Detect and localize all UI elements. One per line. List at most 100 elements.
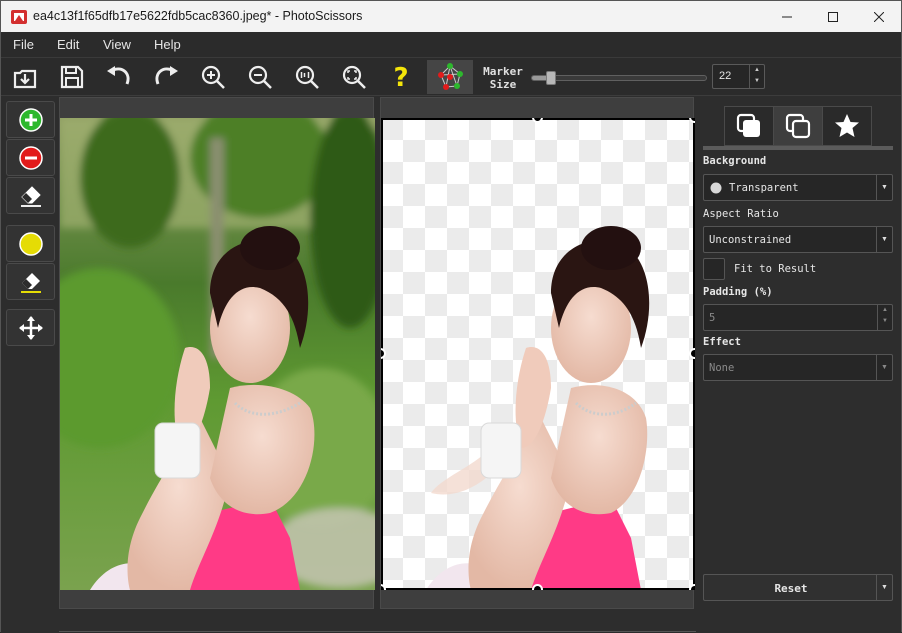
aspect-ratio-dropdown[interactable]: Unconstrained ▼ [703, 226, 893, 253]
zoom-in-icon [201, 65, 225, 89]
reset-label: Reset [774, 582, 808, 595]
aspect-ratio-label: Aspect Ratio [703, 208, 779, 220]
crop-handle-bottom-right[interactable] [689, 584, 695, 590]
move-button[interactable] [6, 309, 55, 346]
spin-up-icon[interactable]: ▲ [878, 305, 892, 316]
marker-size-slider[interactable] [531, 71, 707, 85]
chevron-down-icon: ▼ [876, 175, 892, 200]
toolbar: ? Marker Size 22 ▲ ▼ [1, 58, 901, 96]
spin-down-icon[interactable]: ▼ [750, 76, 764, 87]
marker-tools [1, 97, 59, 633]
zoom-in-button[interactable] [196, 60, 230, 94]
tab-foreground[interactable] [773, 106, 823, 146]
auto-markers-button[interactable] [427, 60, 473, 94]
copy-layers-icon [785, 113, 811, 139]
marker-size-label: Marker Size [482, 65, 524, 91]
open-icon [13, 69, 37, 89]
spin-down-icon[interactable]: ▼ [878, 316, 892, 327]
effect-label: Effect [703, 336, 741, 348]
fit-to-window-button[interactable] [337, 60, 371, 94]
zoom-fit-icon [342, 65, 366, 89]
eraser-icon [20, 185, 41, 207]
result-photo-image [381, 118, 695, 590]
menu-edit[interactable]: Edit [57, 37, 79, 52]
source-image-pane[interactable] [59, 97, 375, 609]
star-icon [835, 114, 859, 137]
tab-background[interactable] [724, 106, 774, 146]
chevron-down-icon: ▼ [876, 355, 892, 380]
marker-size-slider-thumb[interactable] [545, 71, 556, 85]
background-dropdown[interactable]: Transparent ▼ [703, 174, 893, 201]
foreground-marker-button[interactable] [6, 101, 55, 138]
effect-dropdown[interactable]: None ▼ [703, 354, 893, 381]
menu-bar: File Edit View Help [1, 32, 901, 58]
window-title: ea4c13f1f65dfb17e5622fdb5cac8360.jpeg* -… [33, 9, 363, 23]
result-image-pane[interactable] [380, 97, 695, 609]
spin-up-icon[interactable]: ▲ [750, 65, 764, 76]
menu-file[interactable]: File [13, 37, 34, 52]
eraser-button[interactable] [6, 177, 55, 214]
padding-spinbox[interactable]: 5 ▲ ▼ [703, 304, 893, 331]
marker-size-spinbox[interactable]: 22 ▲ ▼ [712, 64, 765, 89]
save-icon [60, 65, 84, 89]
close-button[interactable] [856, 1, 902, 32]
redo-icon [155, 66, 178, 85]
maximize-button[interactable] [810, 1, 856, 32]
background-label: Background [703, 155, 767, 167]
crop-handle-bottom[interactable] [532, 584, 543, 590]
result-photo[interactable] [381, 118, 695, 590]
settings-panel: Background Transparent ▼ Aspect Ratio Un… [696, 97, 901, 633]
menu-view[interactable]: View [103, 37, 131, 52]
reset-dropdown-arrow-icon[interactable]: ▼ [876, 575, 892, 600]
save-button[interactable] [55, 60, 89, 94]
fit-to-result-label[interactable]: Fit to Result [734, 263, 816, 275]
padding-value: 5 [709, 312, 716, 324]
source-photo[interactable] [60, 118, 375, 590]
transparent-swatch-icon [710, 182, 722, 194]
minimize-icon [782, 16, 792, 17]
menu-help[interactable]: Help [154, 37, 181, 52]
add-background-icon [18, 145, 43, 170]
help-question-icon: ? [393, 63, 408, 91]
aspect-ratio-value: Unconstrained [709, 234, 792, 246]
markers-network-icon [438, 63, 463, 90]
padding-spin-arrows[interactable]: ▲ ▼ [877, 305, 892, 330]
close-icon [874, 11, 884, 22]
undo-button[interactable] [102, 60, 136, 94]
marker-size-spin-arrows[interactable]: ▲ ▼ [749, 65, 764, 88]
yellow-circle-icon [18, 231, 43, 256]
hair-marker-button[interactable] [6, 225, 55, 262]
tab-underline [703, 146, 893, 150]
chevron-down-icon: ▼ [876, 227, 892, 252]
minimize-button[interactable] [764, 1, 810, 32]
marker-size-label-line1: Marker [483, 65, 523, 78]
add-foreground-icon [18, 107, 43, 132]
background-marker-button[interactable] [6, 139, 55, 176]
eraser-yellow-icon [20, 272, 41, 293]
hair-eraser-button[interactable] [6, 263, 55, 300]
help-button[interactable]: ? [384, 60, 418, 94]
title-bar: ea4c13f1f65dfb17e5622fdb5cac8360.jpeg* -… [1, 1, 901, 32]
tab-effects[interactable] [822, 106, 872, 146]
crop-handle-right[interactable] [689, 348, 695, 359]
redo-button[interactable] [149, 60, 183, 94]
zoom-out-icon [248, 65, 272, 89]
source-photo-image [60, 118, 375, 590]
marker-size-label-line2: Size [489, 78, 517, 91]
padding-label: Padding (%) [703, 286, 773, 298]
effect-value: None [709, 362, 735, 374]
svg-text:?: ? [393, 63, 408, 91]
background-value: Transparent [729, 182, 799, 194]
photoscissors-app-icon [11, 9, 27, 25]
undo-icon [107, 66, 130, 85]
actual-size-button[interactable] [290, 60, 324, 94]
marker-size-value: 22 [719, 70, 732, 82]
move-arrows-icon [18, 315, 43, 340]
fit-to-result-checkbox[interactable] [703, 258, 725, 280]
open-button[interactable] [8, 60, 42, 94]
zoom-out-button[interactable] [243, 60, 277, 94]
reset-button[interactable]: Reset ▼ [703, 574, 893, 601]
layers-icon [736, 113, 760, 137]
zoom-actual-size-icon [295, 65, 319, 89]
maximize-icon [828, 11, 838, 22]
